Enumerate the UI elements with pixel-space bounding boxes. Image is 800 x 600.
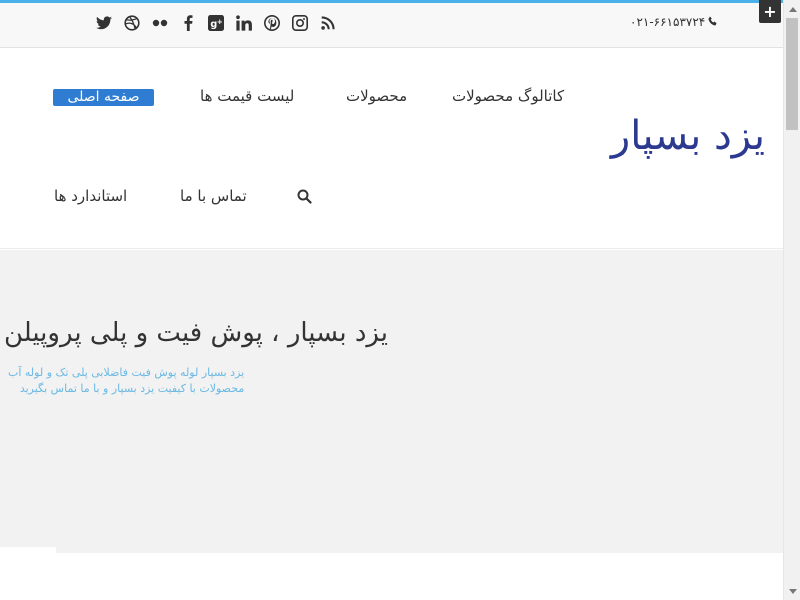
pinterest-icon[interactable] [258, 12, 286, 34]
facebook-icon[interactable] [174, 12, 202, 34]
svg-text:+: + [217, 17, 223, 26]
site-logo[interactable]: یزد بسپار [560, 113, 765, 159]
scroll-down-arrow-icon[interactable] [784, 584, 800, 598]
top-bar: g + ۰۲۱-۶۶۱۵۳۷۲۴ [0, 3, 783, 48]
hero-subtitle: یزد بسپار لوله پوش فیت فاضلابی پلی تک و … [8, 365, 244, 397]
social-links: g + [90, 12, 342, 34]
flickr-icon[interactable] [146, 12, 174, 34]
google-plus-icon[interactable]: g + [202, 12, 230, 34]
hero-subtitle-line-1: یزد بسپار لوله پوش فیت فاضلابی پلی تک و … [8, 366, 245, 379]
phone-icon [708, 15, 718, 29]
rss-icon[interactable] [314, 12, 342, 34]
expand-plus-button[interactable]: + [759, 0, 781, 23]
vertical-scrollbar[interactable] [783, 0, 800, 600]
dribbble-icon[interactable] [118, 12, 146, 34]
scroll-up-arrow-icon[interactable] [784, 2, 800, 16]
nav-home[interactable]: صفحه اصلی [53, 89, 154, 106]
linkedin-icon[interactable] [230, 12, 258, 34]
hero-subtitle-line-2: محصولات با کیفیت یزد بسپار و با ما تماس … [19, 382, 245, 395]
twitter-icon[interactable] [90, 12, 118, 34]
instagram-icon[interactable] [286, 12, 314, 34]
nav-catalog[interactable]: کاتالوگ محصولات [452, 87, 564, 105]
nav-price-list[interactable]: لیست قیمت ها [200, 87, 294, 105]
hero-title: یزد بسپار ، پوش فیت و پلی پروپیلن [3, 318, 388, 348]
scrollbar-thumb[interactable] [786, 18, 798, 130]
nav-products[interactable]: محصولات [346, 87, 407, 105]
phone-contact[interactable]: ۰۲۱-۶۶۱۵۳۷۲۴ [630, 15, 718, 29]
nav-contact[interactable]: تماس با ما [180, 187, 247, 205]
hero-section: یزد بسپار ، پوش فیت و پلی پروپیلن یزد بس… [0, 250, 783, 553]
content-divider [0, 547, 56, 553]
page-content-area [0, 553, 783, 600]
search-icon[interactable] [297, 189, 312, 208]
site-header: صفحه اصلی لیست قیمت ها محصولات کاتالوگ م… [0, 49, 783, 249]
phone-number: ۰۲۱-۶۶۱۵۳۷۲۴ [630, 15, 706, 29]
nav-standards[interactable]: استاندارد ها [54, 187, 127, 205]
